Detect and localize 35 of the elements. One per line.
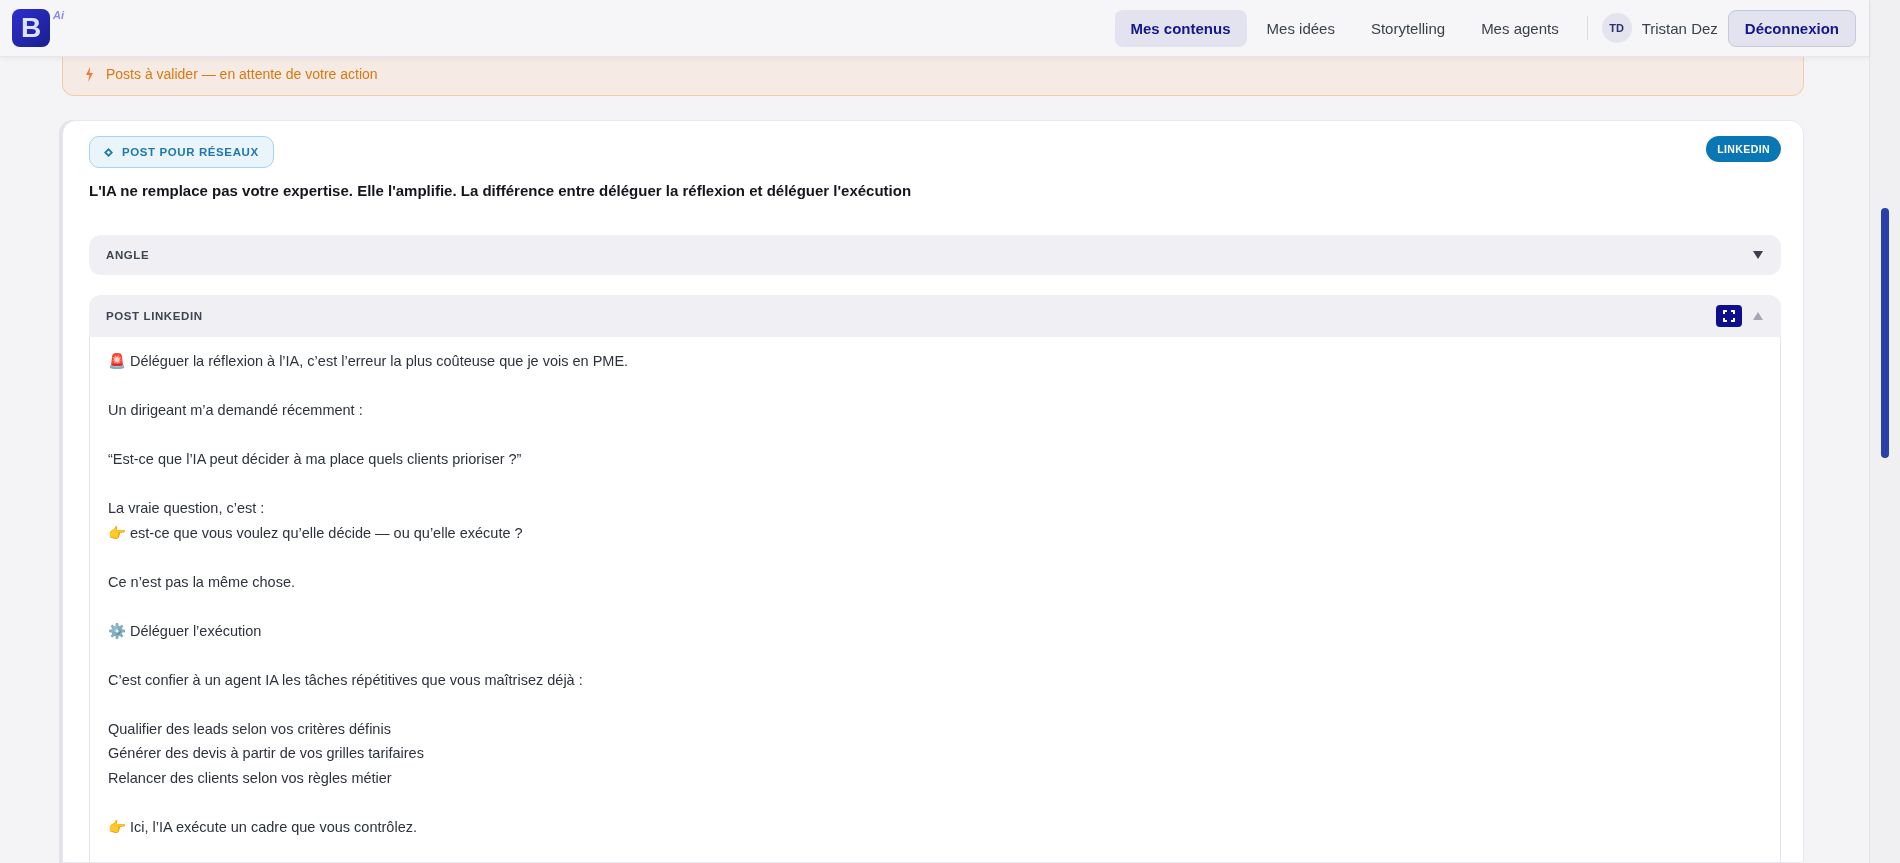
post-text-line: Qualifier des leads selon vos critères définis (108, 719, 392, 739)
post-text-line: 🚨 Déléguer la réflexion à l’IA, c’est l’erreur la plus coûteuse que je vois en PME. (108, 352, 630, 371)
nav-tab[interactable]: Storytelling (1354, 9, 1462, 47)
accordion-header[interactable]: POST LINKEDIN (89, 295, 1781, 337)
post-text-line: “Est-ce que l’IA peut décider à ma place quels clients prioriser ?” (108, 450, 523, 469)
post-text-line: Générer des devis à partir de vos grilles tarifaires (108, 744, 425, 763)
post-text-line: Relancer des clients selon vos règles métier (108, 768, 393, 788)
post-text-line: ⚙ Déléguer l’exécution (108, 621, 263, 641)
post-text-line: Ce n’est pas la même chose. (108, 572, 296, 592)
user-avatar[interactable]: TD (1601, 13, 1632, 43)
scrollbar-thumb[interactable] (1881, 208, 1889, 458)
logo-mark[interactable]: B (12, 9, 50, 47)
fullscreen-button[interactable] (1716, 305, 1742, 327)
post-text-line: Un dirigeant m’a demandé récemment : (108, 401, 364, 420)
expand-caret-icon[interactable] (1753, 251, 1763, 259)
post-type-chip: POST POUR RÉSEAUX (89, 136, 274, 168)
nav-tab[interactable]: Mes idées (1250, 9, 1351, 47)
fullscreen-icon (1723, 310, 1735, 322)
accordion-header[interactable]: ANGLE (89, 235, 1781, 275)
logout-button[interactable]: Déconnexion (1727, 9, 1856, 47)
nav-tab[interactable]: Mes agents (1465, 9, 1575, 47)
post-text-line: 👉 est-ce que vous voulez qu’elle décide — ou qu’elle exécute ? (108, 523, 524, 543)
user-name: Tristan Dez (1641, 19, 1718, 37)
post-text-line: C’est confier à un agent IA les tâches répétitives que vous maîtrisez déjà : (108, 670, 584, 690)
post-text-line: 👉 Ici, l’IA exécute un cadre que vous contrôlez. (108, 817, 418, 837)
lightning-icon (85, 66, 94, 82)
post-text-area[interactable] (89, 337, 1781, 862)
post-text-line: La vraie question, c’est : (108, 499, 266, 518)
platform-badge: LINKEDIN (1706, 136, 1781, 162)
logo-label: Ai (53, 9, 64, 21)
collapse-caret-icon[interactable] (1753, 312, 1763, 320)
post-title: L'IA ne remplace pas votre expertise. Elle l'amplifie. La différence entre déléguer la réflexion et déléguer l'exécution (89, 182, 913, 199)
nav-tab[interactable]: Mes contenus (1114, 9, 1247, 47)
diamond-icon (104, 147, 113, 157)
alert-text: Posts à valider — en attente de votre action (106, 66, 378, 82)
